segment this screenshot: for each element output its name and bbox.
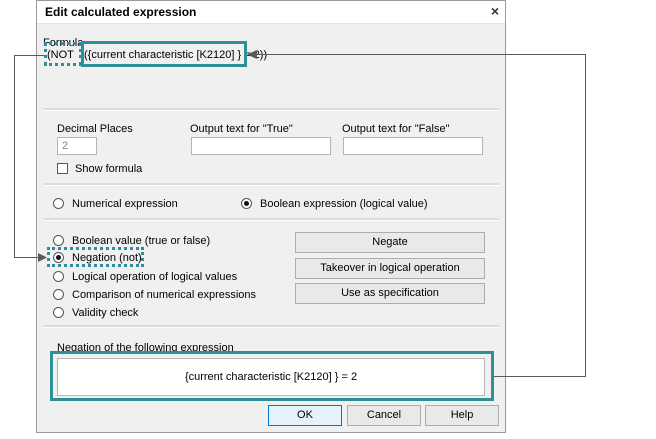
false-text-label: Output text for "False": [342, 123, 450, 135]
numerical-expression-label: Numerical expression: [72, 198, 178, 210]
connector-line: [494, 376, 586, 377]
true-text-label: Output text for "True": [190, 123, 293, 135]
negation-expression-highlight: [50, 351, 494, 401]
comparison-label: Comparison of numerical expressions: [72, 289, 257, 301]
show-formula-checkbox[interactable]: [57, 163, 68, 174]
validity-check-radio[interactable]: [53, 307, 64, 318]
logical-operation-label: Logical operation of logical values: [72, 271, 238, 283]
boolean-value-label: Boolean value (true or false): [72, 235, 211, 247]
ok-button[interactable]: OK: [268, 405, 342, 426]
arrow-right-icon: [38, 253, 47, 262]
formula-not-highlight: [44, 42, 82, 66]
formula-expression-highlight: [81, 41, 247, 67]
show-formula-label: Show formula: [75, 163, 143, 175]
use-as-specification-button[interactable]: Use as specification: [295, 283, 485, 304]
validity-check-label: Validity check: [72, 307, 139, 319]
separator: [43, 218, 499, 221]
decimal-places-value: 2: [62, 140, 69, 152]
boolean-expression-radio[interactable]: [241, 198, 252, 209]
logical-operation-radio[interactable]: [53, 271, 64, 282]
negation-option-highlight: [47, 247, 144, 267]
connector-line: [14, 257, 41, 258]
boolean-value-radio[interactable]: [53, 235, 64, 246]
separator: [43, 108, 499, 111]
negate-button[interactable]: Negate: [295, 232, 485, 253]
cancel-button[interactable]: Cancel: [347, 405, 421, 426]
help-button[interactable]: Help: [425, 405, 499, 426]
connector-line: [585, 54, 586, 377]
separator: [43, 183, 499, 186]
decimal-places-field[interactable]: 2: [57, 137, 97, 155]
true-text-field[interactable]: [191, 137, 331, 155]
connector-line: [256, 54, 586, 55]
dialog-title: Edit calculated expression: [45, 5, 197, 19]
connector-line: [14, 55, 44, 56]
title-bar: Edit calculated expression ×: [37, 1, 505, 24]
numerical-expression-radio[interactable]: [53, 198, 64, 209]
takeover-logical-operation-button[interactable]: Takeover in logical operation: [295, 258, 485, 279]
false-text-field[interactable]: [343, 137, 483, 155]
connector-line: [14, 55, 15, 258]
comparison-radio[interactable]: [53, 289, 64, 300]
arrow-left-icon: [247, 50, 257, 59]
close-icon[interactable]: ×: [491, 3, 499, 19]
boolean-expression-label: Boolean expression (logical value): [260, 198, 428, 210]
separator: [43, 325, 499, 328]
decimal-places-label: Decimal Places: [57, 123, 133, 135]
